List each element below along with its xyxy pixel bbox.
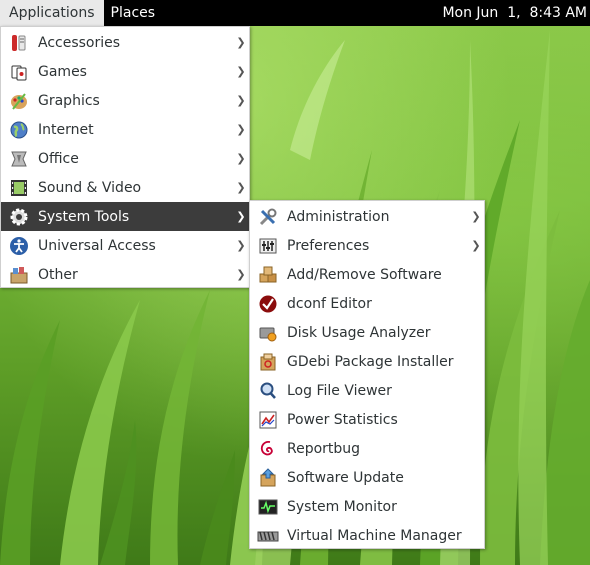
menu-item-system-monitor[interactable]: System Monitor <box>250 492 484 521</box>
chevron-right-icon: ❯ <box>236 65 246 78</box>
menu-item-preferences[interactable]: Preferences ❯ <box>250 231 484 260</box>
menu-item-label: GDebi Package Installer <box>287 353 454 370</box>
applications-menu-button[interactable]: Applications <box>0 0 104 26</box>
chevron-right-icon: ❯ <box>236 181 246 194</box>
system-tools-icon <box>8 206 30 228</box>
chevron-right-icon: ❯ <box>471 210 481 223</box>
menu-item-label: Log File Viewer <box>287 382 392 399</box>
power-statistics-icon <box>257 409 279 431</box>
chevron-right-icon: ❯ <box>236 239 246 252</box>
places-menu-label: Places <box>110 5 156 21</box>
software-update-icon <box>257 467 279 489</box>
menu-item-accessories[interactable]: Accessories ❯ <box>1 28 249 57</box>
disk-usage-icon <box>257 322 279 344</box>
menu-item-reportbug[interactable]: Reportbug <box>250 434 484 463</box>
menu-item-universal-access[interactable]: Universal Access ❯ <box>1 231 249 260</box>
administration-icon <box>257 206 279 228</box>
menu-item-label: Preferences <box>287 237 370 254</box>
menu-item-label: Reportbug <box>287 440 361 457</box>
chevron-right-icon: ❯ <box>236 152 246 165</box>
system-monitor-icon <box>257 496 279 518</box>
menu-item-sound-video[interactable]: Sound & Video ❯ <box>1 173 249 202</box>
menu-item-label: Games <box>38 63 87 80</box>
menu-item-label: Power Statistics <box>287 411 398 428</box>
chevron-right-icon: ❯ <box>236 268 246 281</box>
graphics-icon <box>8 90 30 112</box>
other-icon <box>8 264 30 286</box>
menu-item-label: Internet <box>38 121 94 138</box>
menu-item-label: Office <box>38 150 79 167</box>
menu-item-power-statistics[interactable]: Power Statistics <box>250 405 484 434</box>
games-icon <box>8 61 30 83</box>
applications-menu-label: Applications <box>9 5 95 21</box>
chevron-right-icon: ❯ <box>236 210 246 223</box>
chevron-right-icon: ❯ <box>236 123 246 136</box>
internet-icon <box>8 119 30 141</box>
menu-item-label: Universal Access <box>38 237 156 254</box>
office-icon <box>8 148 30 170</box>
menu-item-add-remove-software[interactable]: Add/Remove Software <box>250 260 484 289</box>
log-viewer-icon <box>257 380 279 402</box>
gdebi-icon <box>257 351 279 373</box>
clock-label: Mon Jun 1, 8:43 AM <box>442 5 587 21</box>
menu-item-software-update[interactable]: Software Update <box>250 463 484 492</box>
sound-video-icon <box>8 177 30 199</box>
menu-item-log-file-viewer[interactable]: Log File Viewer <box>250 376 484 405</box>
debian-swirl-icon <box>257 438 279 460</box>
menu-item-virtual-machine-manager[interactable]: Virtual Machine Manager <box>250 521 484 550</box>
menu-item-other[interactable]: Other ❯ <box>1 260 249 289</box>
chevron-right-icon: ❯ <box>471 239 481 252</box>
clock[interactable]: Mon Jun 1, 8:43 AM <box>442 5 590 21</box>
menu-item-office[interactable]: Office ❯ <box>1 144 249 173</box>
places-menu-button[interactable]: Places <box>104 0 163 26</box>
menu-item-gdebi-package-installer[interactable]: GDebi Package Installer <box>250 347 484 376</box>
menu-item-label: System Monitor <box>287 498 397 515</box>
menu-item-label: Accessories <box>38 34 121 51</box>
menu-item-disk-usage-analyzer[interactable]: Disk Usage Analyzer <box>250 318 484 347</box>
menu-item-label: Virtual Machine Manager <box>287 527 462 544</box>
accessories-icon <box>8 32 30 54</box>
menu-item-label: Administration <box>287 208 390 225</box>
menu-item-label: dconf Editor <box>287 295 372 312</box>
menu-item-label: Disk Usage Analyzer <box>287 324 431 341</box>
menu-item-label: Graphics <box>38 92 100 109</box>
menu-item-internet[interactable]: Internet ❯ <box>1 115 249 144</box>
chevron-right-icon: ❯ <box>236 36 246 49</box>
universal-access-icon <box>8 235 30 257</box>
menu-item-label: Other <box>38 266 78 283</box>
chevron-right-icon: ❯ <box>236 94 246 107</box>
dconf-editor-icon <box>257 293 279 315</box>
menu-item-label: System Tools <box>38 208 130 225</box>
virtual-machine-icon <box>257 525 279 547</box>
system-tools-submenu: Administration ❯ Preferences ❯ Add/Remov… <box>249 200 485 549</box>
top-panel: Applications Places Mon Jun 1, 8:43 AM <box>0 0 590 26</box>
menu-item-system-tools[interactable]: System Tools ❯ <box>1 202 249 231</box>
applications-menu: Accessories ❯ Games ❯ Graphics ❯ Interne… <box>0 26 250 288</box>
menu-item-administration[interactable]: Administration ❯ <box>250 202 484 231</box>
menu-item-games[interactable]: Games ❯ <box>1 57 249 86</box>
menu-item-label: Sound & Video <box>38 179 142 196</box>
package-icon <box>257 264 279 286</box>
menu-item-label: Software Update <box>287 469 404 486</box>
menu-item-label: Add/Remove Software <box>287 266 442 283</box>
preferences-icon <box>257 235 279 257</box>
menu-item-graphics[interactable]: Graphics ❯ <box>1 86 249 115</box>
menu-item-dconf-editor[interactable]: dconf Editor <box>250 289 484 318</box>
